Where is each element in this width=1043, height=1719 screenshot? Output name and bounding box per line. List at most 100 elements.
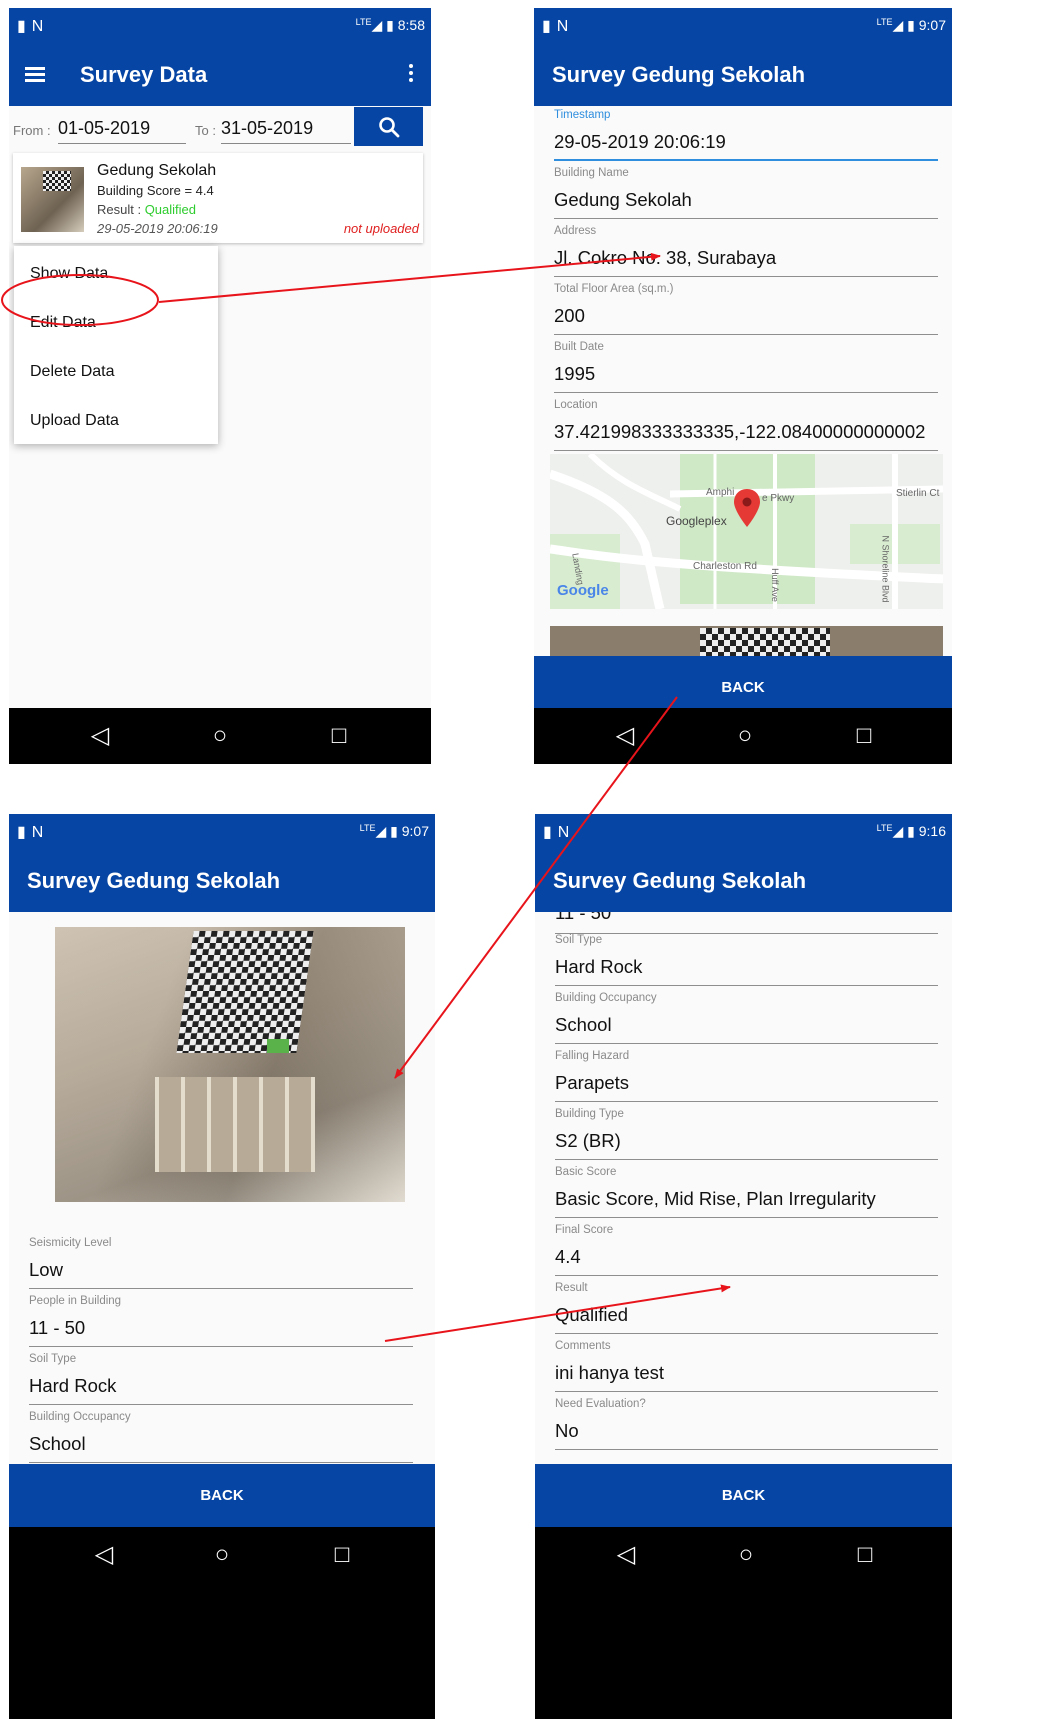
page-title: Survey Gedung Sekolah bbox=[27, 868, 281, 893]
more-vert-icon[interactable] bbox=[409, 64, 413, 84]
back-button[interactable]: BACK bbox=[535, 1464, 952, 1527]
home-circle-icon[interactable]: ○ bbox=[731, 1541, 761, 1569]
upload-status-badge: not uploaded bbox=[343, 221, 419, 236]
field-value: School bbox=[29, 1433, 413, 1463]
list-item[interactable]: Gedung Sekolah Building Score = 4.4 Resu… bbox=[13, 153, 423, 243]
soil-type-field[interactable]: Soil Type Hard Rock bbox=[555, 934, 938, 986]
item-score: Building Score = 4.4 bbox=[97, 183, 214, 198]
search-button[interactable] bbox=[354, 107, 423, 146]
field-label: Building Type bbox=[555, 1108, 624, 1120]
menu-item-upload-data[interactable]: Upload Data bbox=[30, 412, 119, 430]
final-score-field[interactable]: Final Score 4.4 bbox=[555, 1224, 938, 1276]
building-occupancy-field[interactable]: Building Occupancy School bbox=[555, 992, 938, 1044]
building-name-field[interactable]: Building Name Gedung Sekolah bbox=[554, 167, 938, 219]
back-triangle-icon[interactable]: ◁ bbox=[610, 722, 640, 750]
field-value: Low bbox=[29, 1259, 413, 1289]
field-label: Final Score bbox=[555, 1224, 614, 1236]
timestamp-field[interactable]: Timestamp 29-05-2019 20:06:19 bbox=[554, 109, 938, 161]
menu-item-show-data[interactable]: Show Data bbox=[30, 265, 108, 283]
location-map[interactable]: Amphi e Pkwy Googleplex Stierlin Ct Char… bbox=[550, 454, 943, 609]
field-value: 200 bbox=[554, 305, 938, 335]
field-label: Result bbox=[555, 1282, 588, 1294]
item-timestamp: 29-05-2019 20:06:19 bbox=[97, 221, 218, 236]
field-value: 11 - 50 bbox=[29, 1317, 413, 1347]
map-label-amph: Amphi bbox=[706, 487, 735, 498]
result-label: Result : bbox=[97, 202, 145, 217]
field-label: Address bbox=[554, 225, 597, 237]
system-nav-bar: ◁ ○ □ bbox=[9, 708, 431, 764]
app-bar: Survey Data bbox=[9, 44, 431, 106]
map-label-shoreline: N Shoreline Blvd bbox=[880, 535, 891, 603]
checkerboard-target bbox=[176, 931, 314, 1053]
built-date-field[interactable]: Built Date 1995 bbox=[554, 341, 938, 393]
back-button[interactable]: BACK bbox=[9, 1464, 435, 1527]
app-bar: Survey Gedung Sekolah bbox=[534, 44, 952, 106]
basic-score-field[interactable]: Basic Score Basic Score, Mid Rise, Plan … bbox=[555, 1166, 938, 1218]
back-triangle-icon[interactable]: ◁ bbox=[89, 1541, 119, 1569]
falling-hazard-field[interactable]: Falling Hazard Parapets bbox=[555, 1050, 938, 1102]
system-nav-bar: ◁ ○ □ bbox=[535, 1527, 952, 1719]
comments-field[interactable]: Comments ini hanya test bbox=[555, 1340, 938, 1392]
recents-square-icon[interactable]: □ bbox=[850, 1541, 880, 1569]
field-value: Hard Rock bbox=[555, 956, 938, 986]
field-label: Building Name bbox=[554, 167, 629, 179]
item-name: Gedung Sekolah bbox=[97, 162, 217, 179]
field-value: School bbox=[555, 1014, 938, 1044]
map-label-googleplex: Googleplex bbox=[666, 514, 727, 528]
page-title: Survey Data bbox=[80, 62, 208, 87]
field-value: Parapets bbox=[555, 1072, 938, 1102]
from-date-input[interactable]: 01-05-2019 bbox=[58, 118, 186, 144]
home-circle-icon[interactable]: ○ bbox=[205, 722, 235, 750]
status-bar: ▮N LTE◢ ▮ 9:07 bbox=[534, 8, 952, 44]
floor-area-field[interactable]: Total Floor Area (sq.m.) 200 bbox=[554, 283, 938, 335]
field-value: 29-05-2019 20:06:19 bbox=[554, 131, 938, 161]
field-value: Basic Score, Mid Rise, Plan Irregularity bbox=[555, 1188, 938, 1218]
status-bar: ▮N LTE◢ ▮ 8:58 bbox=[9, 8, 431, 44]
notification-icons: ▮N bbox=[17, 824, 50, 841]
to-date-input[interactable]: 31-05-2019 bbox=[221, 118, 351, 144]
survey-detail-top-screen: ▮N LTE◢ ▮ 9:07 Survey Gedung Sekolah Tim… bbox=[534, 8, 952, 764]
menu-item-delete-data[interactable]: Delete Data bbox=[30, 363, 115, 381]
result-field[interactable]: Result Qualified bbox=[555, 1282, 938, 1334]
recents-square-icon[interactable]: □ bbox=[324, 722, 354, 750]
date-filter: From : 01-05-2019 To : 31-05-2019 bbox=[9, 107, 431, 147]
building-occupancy-field[interactable]: Building Occupancy School bbox=[29, 1411, 413, 1463]
notification-icons: ▮N bbox=[17, 18, 50, 35]
menu-item-edit-data[interactable]: Edit Data bbox=[30, 314, 96, 332]
map-label-charleston: Charleston Rd bbox=[693, 561, 757, 572]
system-nav-bar: ◁ ○ □ bbox=[534, 708, 952, 764]
field-value: S2 (BR) bbox=[555, 1130, 938, 1160]
location-field[interactable]: Location 37.421998333333335,-122.0840000… bbox=[554, 399, 938, 451]
field-value: 37.421998333333335,-122.08400000000002 bbox=[554, 421, 938, 451]
field-label: Falling Hazard bbox=[555, 1050, 630, 1062]
field-value: 1995 bbox=[554, 363, 938, 393]
home-circle-icon[interactable]: ○ bbox=[207, 1541, 237, 1569]
field-label: Building Occupancy bbox=[555, 992, 657, 1004]
field-value: Qualified bbox=[555, 1304, 938, 1334]
notification-icons: ▮N bbox=[542, 18, 575, 35]
need-evaluation-field[interactable]: Need Evaluation? No bbox=[555, 1398, 938, 1450]
status-clock: LTE◢ ▮ 8:58 bbox=[355, 17, 425, 33]
field-value: No bbox=[555, 1420, 938, 1450]
status-clock: LTE◢ ▮ 9:07 bbox=[876, 17, 946, 33]
recents-square-icon[interactable]: □ bbox=[327, 1541, 357, 1569]
people-in-building-field[interactable]: People in Building 11 - 50 bbox=[29, 1295, 413, 1347]
system-nav-bar: ◁ ○ □ bbox=[9, 1527, 435, 1719]
back-triangle-icon[interactable]: ◁ bbox=[611, 1541, 641, 1569]
address-field[interactable]: Address Jl. Cokro No. 38, Surabaya bbox=[554, 225, 938, 277]
map-label-stierlin: Stierlin Ct bbox=[896, 488, 940, 499]
item-result: Result : Qualified bbox=[97, 202, 196, 217]
building-photo-preview bbox=[550, 626, 943, 656]
field-label: Soil Type bbox=[555, 934, 603, 946]
field-value: Gedung Sekolah bbox=[554, 189, 938, 219]
status-bar: ▮N LTE◢ ▮ 9:07 bbox=[9, 814, 435, 850]
seismicity-level-field[interactable]: Seismicity Level Low bbox=[29, 1237, 413, 1289]
app-bar: Survey Gedung Sekolah bbox=[9, 850, 435, 912]
field-label: People in Building bbox=[29, 1295, 122, 1307]
menu-icon[interactable] bbox=[25, 60, 47, 88]
recents-square-icon[interactable]: □ bbox=[849, 722, 879, 750]
home-circle-icon[interactable]: ○ bbox=[730, 722, 760, 750]
building-type-field[interactable]: Building Type S2 (BR) bbox=[555, 1108, 938, 1160]
soil-type-field[interactable]: Soil Type Hard Rock bbox=[29, 1353, 413, 1405]
back-triangle-icon[interactable]: ◁ bbox=[85, 722, 115, 750]
